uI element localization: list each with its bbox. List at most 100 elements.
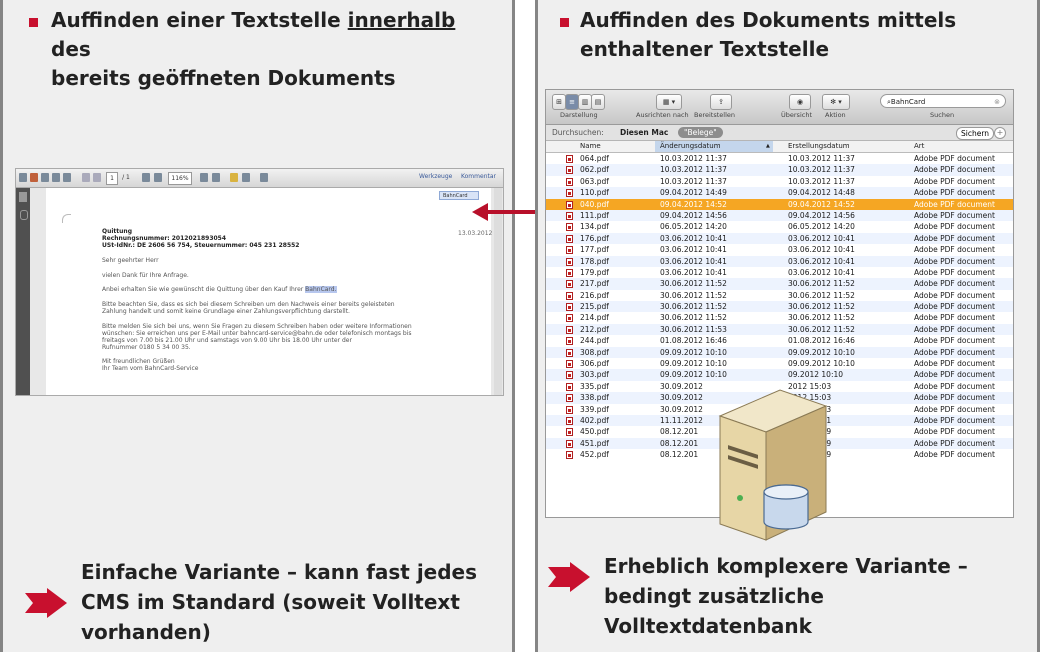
file-kind: Adobe PDF document xyxy=(914,165,995,175)
doc-salutation: Sehr geehrter Herr xyxy=(102,257,159,264)
arrange-button[interactable]: ▦ ▾ xyxy=(656,94,682,110)
file-row[interactable]: 176.pdf 03.06.2012 10:41 03.06.2012 10:41 A… xyxy=(546,232,1013,245)
file-kind: Adobe PDF document xyxy=(914,267,995,277)
zoom-out-icon[interactable] xyxy=(142,173,150,182)
expand-icon[interactable] xyxy=(260,173,268,182)
sort-ascending-icon: ▲ xyxy=(766,143,770,149)
comment-tab[interactable]: Kommentar xyxy=(461,173,496,180)
file-created-date: 06.05.2012 14:20 xyxy=(788,222,855,232)
action-button[interactable]: ✻ ▾ xyxy=(822,94,850,110)
tools-tab[interactable]: Werkzeuge xyxy=(419,173,452,180)
fit-page-icon[interactable] xyxy=(200,173,208,182)
comment-icon[interactable] xyxy=(230,173,238,182)
file-modified-date: 03.06.2012 10:41 xyxy=(660,233,727,243)
file-created-date: 30.06.2012 11:52 xyxy=(788,313,855,323)
pdf-search-field[interactable]: BahnCard xyxy=(439,191,479,200)
next-page-icon[interactable] xyxy=(93,173,101,182)
view-list-button[interactable]: ≡ xyxy=(565,94,579,110)
right-heading: Auffinden des Dokuments mittels enthalte… xyxy=(580,8,957,61)
file-row[interactable]: 215.pdf 30.06.2012 11:52 30.06.2012 11:52 A… xyxy=(546,301,1013,313)
zoom-field[interactable]: 116% xyxy=(168,172,192,185)
file-kind: Adobe PDF document xyxy=(914,415,995,425)
quicklook-label: Übersicht xyxy=(781,111,812,119)
attachment-icon[interactable] xyxy=(20,210,28,220)
file-created-date: 30.06.2012 11:52 xyxy=(788,302,855,312)
doc-signature: Ihr Team vom BahnCard-Service xyxy=(102,365,199,372)
view-icons-button[interactable]: ⊞ xyxy=(552,94,566,110)
file-modified-date: 10.03.2012 11:37 xyxy=(660,154,727,163)
finder-toolbar: ⊞ ≡ ▥ ▤ Darstellung ▦ ▾ Ausrichten nach … xyxy=(546,90,1013,125)
file-kind: Adobe PDF document xyxy=(914,233,995,243)
page-number-field[interactable]: 1 xyxy=(106,172,118,185)
create-icon[interactable] xyxy=(30,173,38,182)
quicklook-button[interactable]: ◉ xyxy=(789,94,811,110)
file-name: 339.pdf xyxy=(580,404,609,414)
view-columns-button[interactable]: ▥ xyxy=(578,94,592,110)
fit-width-icon[interactable] xyxy=(212,173,220,182)
file-kind: Adobe PDF document xyxy=(914,199,995,209)
file-row[interactable]: 062.pdf 10.03.2012 11:37 10.03.2012 11:37 A… xyxy=(546,164,1013,176)
column-kind[interactable]: Art xyxy=(914,141,924,152)
file-row[interactable]: 244.pdf 01.08.2012 16:46 01.08.2012 16:46 A… xyxy=(546,335,1013,346)
scope-folder[interactable]: "Belege" xyxy=(678,127,723,138)
file-row[interactable]: 063.pdf 10.03.2012 11:37 10.03.2012 11:37 A… xyxy=(546,176,1013,187)
scope-this-mac[interactable]: Diesen Mac xyxy=(620,125,668,140)
file-row[interactable]: 216.pdf 30.06.2012 11:52 30.06.2012 11:52 A… xyxy=(546,290,1013,301)
pdf-toolbar: 1 / 1 116% Werkzeuge Kommentar xyxy=(16,169,503,188)
file-created-date: 09.04.2012 14:48 xyxy=(788,188,855,198)
file-name: 064.pdf xyxy=(580,154,609,163)
file-row[interactable]: 178.pdf 03.06.2012 10:41 03.06.2012 10:41 A… xyxy=(546,255,1013,267)
pdf-file-icon xyxy=(566,314,573,323)
document-date: 13.03.2012 xyxy=(458,230,493,237)
zoom-in-icon[interactable] xyxy=(154,173,162,182)
prev-page-icon[interactable] xyxy=(82,173,90,182)
database-server-icon xyxy=(718,389,828,541)
clear-search-icon[interactable]: ⊗ xyxy=(994,95,1000,109)
view-coverflow-button[interactable]: ▤ xyxy=(591,94,605,110)
finder-search-input[interactable]: ⌕BahnCard ⊗ xyxy=(880,94,1006,108)
file-name: 450.pdf xyxy=(580,427,609,437)
file-row[interactable]: 134.pdf 06.05.2012 14:20 06.05.2012 14:20 A… xyxy=(546,221,1013,232)
add-criteria-icon[interactable]: + xyxy=(994,127,1006,139)
doc-invoice-number: Rechnungsnummer: 2012021893054 xyxy=(102,235,227,242)
column-name[interactable]: Name xyxy=(580,141,601,152)
file-created-date: 10.03.2012 11:37 xyxy=(788,154,855,163)
pdf-file-icon xyxy=(566,416,573,425)
file-row[interactable]: 064.pdf 10.03.2012 11:37 10.03.2012 11:37 A… xyxy=(546,153,1013,164)
file-created-date: 30.06.2012 11:52 xyxy=(788,279,855,289)
file-modified-date: 09.09.2012 10:10 xyxy=(660,359,727,369)
column-modified[interactable]: Änderungsdatum xyxy=(660,141,721,152)
file-modified-date: 01.08.2012 16:46 xyxy=(660,336,727,346)
file-kind: Adobe PDF document xyxy=(914,324,995,334)
file-modified-date: 09.04.2012 14:56 xyxy=(660,210,727,220)
file-name: 303.pdf xyxy=(580,370,609,380)
file-row[interactable]: 306.pdf 09.09.2012 10:10 09.09.2012 10:10 A… xyxy=(546,358,1013,369)
file-row[interactable]: 217.pdf 30.06.2012 11:52 30.06.2012 11:52 A… xyxy=(546,278,1013,290)
open-icon[interactable] xyxy=(19,173,27,182)
file-modified-date: 30.06.2012 11:52 xyxy=(660,290,727,300)
doc-tax-id: USt-IdNr.: DE 2606 56 754, Steuernummer:… xyxy=(102,242,300,249)
file-kind: Adobe PDF document xyxy=(914,245,995,255)
search-scope-bar: Durchsuchen: Diesen Mac "Belege" Sichern… xyxy=(546,125,1013,141)
file-name: 214.pdf xyxy=(580,313,609,323)
file-row[interactable]: 110.pdf 09.04.2012 14:49 09.04.2012 14:48 A… xyxy=(546,187,1013,199)
file-row[interactable]: 040.pdf 09.04.2012 14:52 09.04.2012 14:52 A… xyxy=(546,198,1013,210)
file-row[interactable]: 214.pdf 30.06.2012 11:52 30.06.2012 11:52 A… xyxy=(546,312,1013,323)
file-row[interactable]: 177.pdf 03.06.2012 10:41 03.06.2012 10:41 A… xyxy=(546,244,1013,255)
save-search-button[interactable]: Sichern xyxy=(956,127,995,140)
mail-icon[interactable] xyxy=(63,173,71,182)
sign-icon[interactable] xyxy=(242,173,250,182)
file-modified-date: 30.06.2012 11:52 xyxy=(660,302,727,312)
file-row[interactable]: 212.pdf 30.06.2012 11:53 30.06.2012 11:52 A… xyxy=(546,323,1013,336)
file-row[interactable]: 179.pdf 03.06.2012 10:41 03.06.2012 10:41 A… xyxy=(546,267,1013,278)
doc-contact-line1: Bitte melden Sie sich bei uns, wenn Sie … xyxy=(102,323,412,330)
file-kind: Adobe PDF document xyxy=(914,336,995,346)
print-icon[interactable] xyxy=(52,173,60,182)
column-created[interactable]: Erstellungsdatum xyxy=(788,141,850,152)
share-button[interactable]: ⇪ xyxy=(710,94,732,110)
file-modified-date: 10.03.2012 11:37 xyxy=(660,165,727,175)
save-icon[interactable] xyxy=(41,173,49,182)
pages-icon[interactable] xyxy=(19,192,27,202)
file-row[interactable]: 308.pdf 09.09.2012 10:10 09.09.2012 10:10 A… xyxy=(546,346,1013,359)
file-row[interactable]: 111.pdf 09.04.2012 14:56 09.04.2012 14:56 A… xyxy=(546,209,1013,222)
